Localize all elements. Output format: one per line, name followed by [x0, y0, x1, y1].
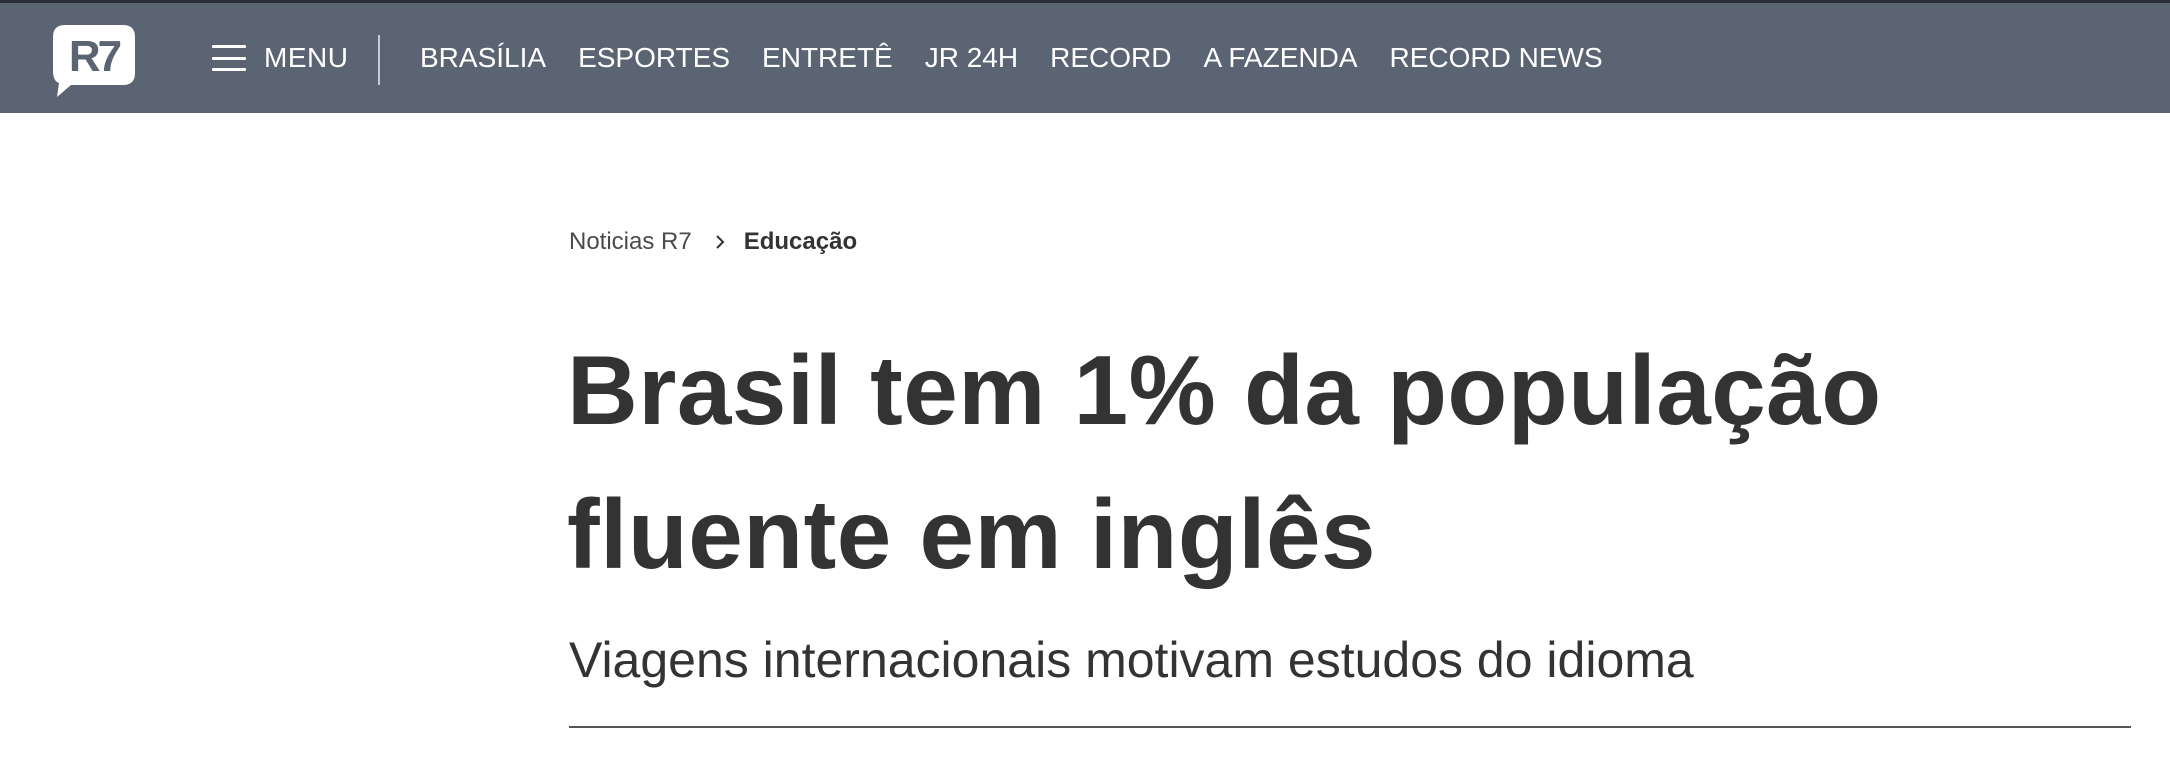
main-nav: BRASÍLIA ESPORTES ENTRETÊ JR 24H RECORD … [420, 3, 1635, 113]
top-navigation-bar: R7 MENU BRASÍLIA ESPORTES ENTRETÊ JR 24H… [0, 0, 2170, 113]
nav-item-a-fazenda[interactable]: A FAZENDA [1203, 42, 1357, 74]
r7-logo-icon: R7 [53, 25, 135, 97]
menu-label: MENU [264, 42, 349, 73]
nav-item-record[interactable]: RECORD [1050, 42, 1171, 74]
chevron-right-icon [716, 235, 725, 249]
nav-item-esportes[interactable]: ESPORTES [578, 42, 730, 74]
nav-item-jr24h[interactable]: JR 24H [925, 42, 1018, 74]
breadcrumb: Noticias R7 Educação [569, 228, 857, 256]
menu-button[interactable]: MENU [212, 3, 348, 113]
breadcrumb-root-link[interactable]: Noticias R7 [569, 228, 692, 256]
svg-text:R7: R7 [69, 32, 121, 81]
section-divider [569, 726, 2131, 728]
nav-divider [378, 35, 380, 85]
nav-item-brasilia[interactable]: BRASÍLIA [420, 42, 546, 74]
article-headline: Brasil tem 1% da população fluente em in… [567, 335, 1882, 589]
nav-item-record-news[interactable]: RECORD NEWS [1390, 42, 1603, 74]
r7-logo[interactable]: R7 [53, 25, 135, 97]
hamburger-icon [212, 45, 246, 71]
nav-item-entrete[interactable]: ENTRETÊ [762, 42, 893, 74]
breadcrumb-current-link[interactable]: Educação [744, 228, 857, 256]
article-subtitle: Viagens internacionais motivam estudos d… [569, 632, 1694, 688]
